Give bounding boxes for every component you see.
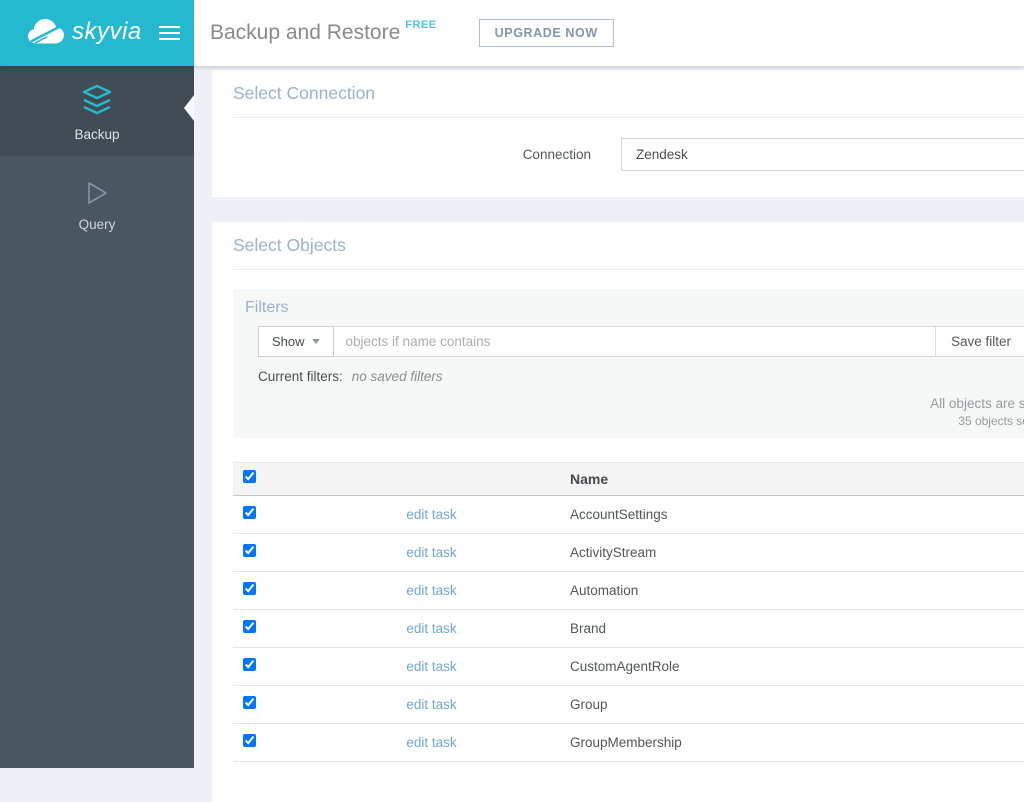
row-checkbox-cell bbox=[233, 724, 303, 762]
main-content: Select Connection Connection Select Obje… bbox=[194, 66, 1024, 802]
edit-task-link[interactable]: edit task bbox=[406, 735, 456, 750]
row-checkbox[interactable] bbox=[243, 733, 256, 747]
logo-area: skyvia bbox=[0, 0, 194, 66]
header-checkbox-cell bbox=[233, 463, 303, 496]
top-bar: skyvia Backup and Restore FREE UPGRADE N… bbox=[0, 0, 1024, 66]
object-name: Brand bbox=[570, 621, 607, 636]
edit-task-link[interactable]: edit task bbox=[406, 621, 456, 636]
table-header-row: Name bbox=[233, 462, 1024, 496]
skyvia-logo[interactable]: skyvia bbox=[27, 18, 142, 49]
filters-title: Filters bbox=[245, 299, 289, 316]
save-filter-button[interactable]: Save filter bbox=[936, 326, 1024, 357]
section-title-objects: Select Objects bbox=[233, 235, 346, 255]
divider bbox=[233, 117, 1024, 118]
brand-name: skyvia bbox=[72, 17, 142, 45]
show-dropdown[interactable]: Show bbox=[258, 326, 334, 357]
connection-select[interactable] bbox=[621, 138, 1024, 171]
filter-name-input[interactable] bbox=[333, 326, 936, 357]
edit-task-link[interactable]: edit task bbox=[406, 659, 456, 674]
table-row: edit task CustomAgentRole bbox=[233, 647, 1024, 686]
selection-info: All objects are selected 35 objects sele… bbox=[245, 396, 1024, 428]
row-checkbox[interactable] bbox=[243, 543, 256, 557]
row-checkbox-cell bbox=[233, 686, 303, 724]
objects-table-body: edit task AccountSettings edit task Activit… bbox=[233, 495, 1024, 762]
edit-task-cell: edit task bbox=[303, 648, 560, 686]
edit-task-cell: edit task bbox=[303, 686, 560, 724]
sidebar-item-label: Query bbox=[78, 217, 116, 232]
connection-row: Connection bbox=[233, 138, 1024, 171]
objects-table: Name edit task AccountSettings edit task Ac… bbox=[233, 462, 1024, 762]
object-name: AccountSettings bbox=[570, 507, 668, 522]
current-filters-value: no saved filters bbox=[351, 369, 443, 384]
plan-badge: FREE bbox=[405, 19, 437, 31]
object-name: Group bbox=[570, 697, 608, 712]
object-name: Automation bbox=[570, 583, 639, 598]
divider bbox=[233, 269, 1024, 270]
select-all-checkbox[interactable] bbox=[243, 470, 256, 483]
play-icon bbox=[85, 180, 109, 211]
filter-bar: Show Save filter bbox=[258, 326, 1024, 357]
table-row: edit task Group bbox=[233, 685, 1024, 724]
object-name: ActivityStream bbox=[570, 545, 657, 560]
sidebar-item-label: Backup bbox=[74, 127, 120, 142]
row-checkbox[interactable] bbox=[243, 619, 256, 633]
selection-summary: All objects are selected bbox=[930, 396, 1024, 411]
row-checkbox-cell bbox=[233, 648, 303, 686]
show-dropdown-label: Show bbox=[272, 334, 305, 349]
row-checkbox[interactable] bbox=[243, 657, 256, 671]
row-checkbox[interactable] bbox=[243, 695, 256, 709]
edit-task-link[interactable]: edit task bbox=[406, 545, 456, 560]
row-checkbox-cell bbox=[233, 572, 303, 610]
filters-panel: Filters Show Save filter Current filters… bbox=[233, 289, 1024, 438]
table-row: edit task ActivityStream bbox=[233, 533, 1024, 572]
row-checkbox[interactable] bbox=[243, 505, 256, 519]
select-objects-section: Select Objects Filters Show Save filter … bbox=[212, 222, 1024, 802]
sidebar-item-query[interactable]: Query bbox=[0, 156, 194, 246]
row-checkbox-cell bbox=[233, 610, 303, 648]
object-name: CustomAgentRole bbox=[570, 659, 680, 674]
table-row: edit task Automation bbox=[233, 571, 1024, 610]
row-checkbox-cell bbox=[233, 534, 303, 572]
edit-task-cell: edit task bbox=[303, 534, 560, 572]
section-title-connection: Select Connection bbox=[233, 83, 376, 103]
menu-icon[interactable] bbox=[158, 22, 180, 44]
object-name: GroupMembership bbox=[570, 735, 682, 750]
table-row: edit task GroupMembership bbox=[233, 723, 1024, 762]
edit-task-cell: edit task bbox=[303, 572, 560, 610]
edit-task-link[interactable]: edit task bbox=[406, 507, 456, 522]
table-row: edit task Brand bbox=[233, 609, 1024, 648]
sidebar-item-backup[interactable]: Backup bbox=[0, 66, 194, 156]
connection-label: Connection bbox=[522, 147, 591, 162]
edit-task-cell: edit task bbox=[303, 496, 560, 534]
sidebar: Backup Query bbox=[0, 66, 194, 768]
page-header: Backup and Restore FREE UPGRADE NOW bbox=[194, 0, 1024, 66]
cloud-logo-icon bbox=[27, 18, 65, 49]
selection-count: 35 objects selected bbox=[958, 414, 1024, 428]
edit-task-cell: edit task bbox=[303, 724, 560, 762]
edit-task-cell: edit task bbox=[303, 610, 560, 648]
header-edit-cell bbox=[303, 463, 560, 496]
select-connection-section: Select Connection Connection bbox=[212, 70, 1024, 197]
page-title: Backup and Restore bbox=[210, 21, 401, 44]
edit-task-link[interactable]: edit task bbox=[406, 583, 456, 598]
upgrade-now-button[interactable]: UPGRADE NOW bbox=[478, 19, 614, 47]
chevron-down-icon bbox=[311, 339, 320, 344]
table-row: edit task AccountSettings bbox=[233, 495, 1024, 534]
row-checkbox[interactable] bbox=[243, 581, 256, 595]
name-column-header: Name bbox=[570, 471, 609, 487]
edit-task-link[interactable]: edit task bbox=[406, 697, 456, 712]
current-filters-label: Current filters: bbox=[258, 369, 343, 384]
layers-icon bbox=[80, 84, 114, 121]
current-filters-row: Current filters: no saved filters bbox=[258, 369, 1024, 384]
row-checkbox-cell bbox=[233, 496, 303, 534]
